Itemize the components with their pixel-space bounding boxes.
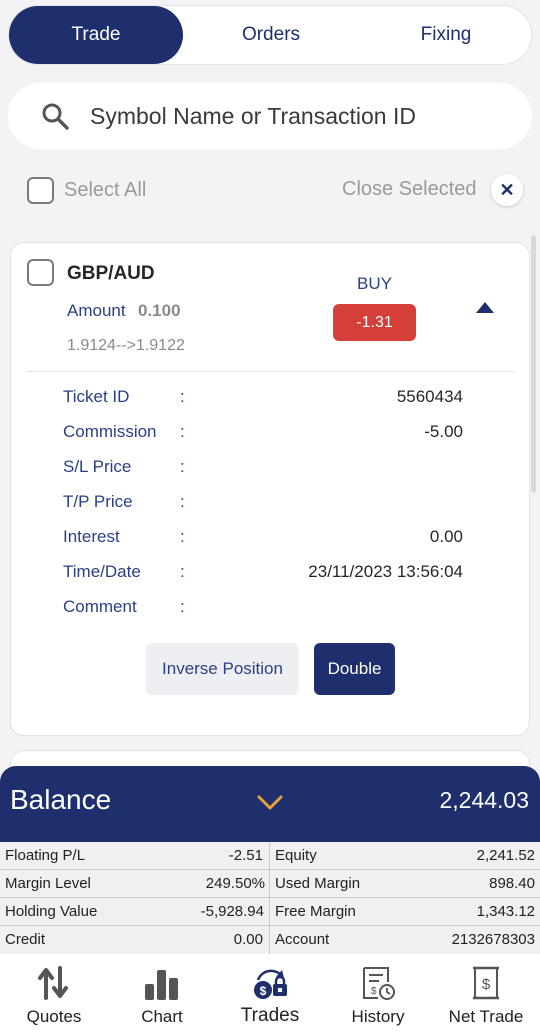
credit-value: 0.00 [233, 931, 263, 948]
commission-value: -5.00 [424, 422, 463, 441]
nav-history[interactable]: $ History [324, 954, 432, 1036]
position-side: BUY [357, 274, 392, 293]
separator: : [180, 422, 185, 441]
stat-row: Floating P/L -2.51 Equity 2,241.52 [0, 842, 540, 870]
tab-bar: Trade Orders Fixing [8, 5, 532, 65]
separator: : [180, 457, 185, 476]
history-icon: $ [363, 967, 395, 1000]
search-bar [8, 83, 532, 149]
svg-text:$: $ [260, 984, 267, 998]
account-value: 2132678303 [451, 931, 535, 948]
close-selected-button[interactable]: Close Selected [342, 178, 477, 201]
trades-icon: $ [254, 969, 287, 999]
holding-value-label: Holding Value [5, 903, 98, 920]
search-icon [42, 103, 69, 130]
separator: : [180, 527, 185, 546]
holding-value-value: -5,928.94 [200, 903, 264, 920]
scrollbar[interactable] [531, 235, 536, 493]
price-range: 1.9124-->1.9122 [67, 337, 185, 354]
stat-row: Holding Value -5,928.94 Free Margin 1,34… [0, 898, 540, 926]
position-card: GBP/AUD Amount 0.100 1.9124-->1.9122 BUY… [10, 242, 530, 736]
used-margin-label: Used Margin [275, 875, 361, 892]
net-trade-icon: $ [473, 966, 499, 1000]
quotes-icon [38, 966, 68, 1000]
separator: : [180, 387, 185, 406]
account-label: Account [275, 931, 330, 948]
separator: : [180, 562, 185, 581]
separator: : [180, 492, 185, 511]
tab-trade[interactable]: Trade [9, 6, 183, 64]
bar-chart-icon [145, 970, 178, 1000]
margin-level-value: 249.50% [205, 875, 265, 892]
ticket-id-label: Ticket ID [63, 387, 130, 406]
stat-row: Margin Level 249.50% Used Margin 898.40 [0, 870, 540, 898]
chevron-up-icon[interactable] [475, 301, 495, 315]
nav-trades-label: Trades [240, 1005, 300, 1026]
tab-orders[interactable]: Orders [184, 6, 358, 64]
chevron-down-icon[interactable] [256, 794, 284, 812]
margin-level-label: Margin Level [5, 875, 91, 892]
floating-pl-label: Floating P/L [5, 847, 86, 864]
position-symbol: GBP/AUD [67, 263, 155, 284]
select-all-label: Select All [64, 179, 147, 201]
interest-label: Interest [63, 527, 120, 546]
tp-price-label: T/P Price [63, 492, 133, 511]
time-date-value: 23/11/2023 13:56:04 [308, 562, 463, 581]
position-checkbox[interactable] [27, 259, 54, 286]
sl-price-label: S/L Price [63, 457, 132, 476]
inverse-position-button[interactable]: Inverse Position [146, 643, 299, 695]
interest-value: 0.00 [429, 527, 463, 546]
nav-quotes-label: Quotes [26, 1007, 82, 1026]
nav-chart[interactable]: Chart [108, 954, 216, 1036]
time-date-label: Time/Date [63, 562, 141, 581]
bottom-nav: Quotes Chart $ Trades $ History $ Net Tr… [0, 954, 540, 1036]
comment-label: Comment [63, 597, 137, 616]
tab-fixing[interactable]: Fixing [359, 6, 533, 64]
double-button[interactable]: Double [314, 643, 395, 695]
stat-row: Credit 0.00 Account 2132678303 [0, 926, 540, 954]
stats-divider [269, 842, 270, 954]
svg-text:$: $ [371, 986, 377, 997]
balance-header[interactable]: Balance 2,244.03 [0, 766, 540, 842]
credit-label: Credit [5, 931, 46, 948]
balance-title: Balance [10, 784, 112, 815]
amount-value: 0.100 [138, 301, 181, 320]
ticket-id-value: 5560434 [396, 387, 463, 406]
svg-text:$: $ [482, 976, 491, 993]
equity-value: 2,241.52 [476, 847, 535, 864]
nav-history-label: History [351, 1007, 405, 1026]
nav-net-trade[interactable]: $ Net Trade [432, 954, 540, 1036]
floating-pl-value: -2.51 [228, 847, 263, 864]
amount-label: Amount [67, 301, 126, 320]
nav-net-trade-label: Net Trade [448, 1007, 524, 1026]
equity-label: Equity [275, 847, 317, 864]
commission-label: Commission [63, 422, 157, 441]
free-margin-label: Free Margin [275, 903, 356, 920]
account-stats: Floating P/L -2.51 Equity 2,241.52 Margi… [0, 842, 540, 954]
profit-loss-badge: -1.31 [333, 304, 416, 341]
search-input[interactable] [90, 95, 510, 137]
close-icon[interactable]: ✕ [491, 174, 523, 206]
nav-trades[interactable]: $ Trades [216, 954, 324, 1036]
balance-value: 2,244.03 [439, 787, 529, 813]
nav-chart-label: Chart [141, 1007, 183, 1026]
nav-quotes[interactable]: Quotes [0, 954, 108, 1036]
select-all-checkbox[interactable] [27, 177, 54, 204]
separator: : [180, 597, 185, 616]
used-margin-value: 898.40 [489, 875, 535, 892]
card-divider [26, 371, 514, 372]
free-margin-value: 1,343.12 [476, 903, 535, 920]
